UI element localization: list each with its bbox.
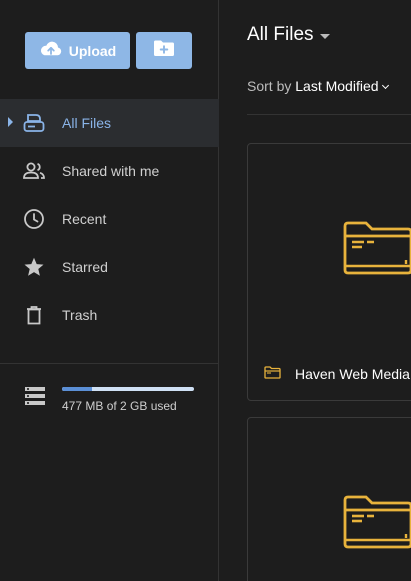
sidebar-item-label: Starred bbox=[62, 259, 108, 275]
sidebar: Upload All Files Shared with me Recent S… bbox=[0, 0, 219, 581]
sort-control[interactable]: Sort by Last Modified bbox=[247, 78, 389, 94]
chevron-down-icon bbox=[381, 81, 389, 90]
file-name: Haven Web Media bbox=[295, 366, 410, 382]
sidebar-nav: All Files Shared with me Recent Starred … bbox=[0, 99, 219, 339]
sidebar-item-label: Shared with me bbox=[62, 163, 160, 179]
storage-usage-fill bbox=[62, 387, 93, 391]
sort-value: Last Modified bbox=[295, 78, 379, 94]
page-title[interactable]: All Files bbox=[247, 24, 330, 46]
clock-icon bbox=[22, 207, 46, 231]
chevron-down-icon bbox=[319, 34, 330, 39]
sidebar-item-all-files[interactable]: All Files bbox=[0, 99, 219, 147]
page-title-text: All Files bbox=[247, 24, 314, 45]
sidebar-item-trash[interactable]: Trash bbox=[0, 291, 219, 339]
star-icon bbox=[22, 255, 46, 279]
small-folder-icon bbox=[264, 366, 281, 382]
people-icon bbox=[22, 159, 46, 183]
folder-icon bbox=[342, 220, 411, 281]
file-card[interactable]: Haven Web Media bbox=[247, 143, 411, 401]
drive-icon bbox=[22, 111, 46, 135]
sidebar-item-recent[interactable]: Recent bbox=[0, 195, 219, 243]
file-name-row: Haven Web Media bbox=[264, 366, 410, 382]
folder-icon bbox=[342, 494, 411, 555]
file-card[interactable] bbox=[247, 417, 411, 581]
storage-icon bbox=[24, 386, 46, 411]
cloud-upload-icon bbox=[39, 40, 63, 61]
upload-button[interactable]: Upload bbox=[25, 32, 130, 69]
trash-icon bbox=[22, 303, 46, 327]
new-folder-button[interactable] bbox=[136, 32, 192, 69]
sidebar-item-label: Trash bbox=[62, 307, 98, 323]
sort-prefix: Sort by bbox=[247, 78, 292, 94]
upload-label: Upload bbox=[68, 42, 117, 59]
sidebar-item-label: All Files bbox=[62, 115, 112, 131]
storage-usage-text: 477 MB of 2 GB used bbox=[62, 399, 177, 413]
file-manager-app: Upload All Files Shared with me Recent S… bbox=[0, 0, 411, 581]
expand-caret-icon[interactable] bbox=[8, 117, 13, 127]
sidebar-item-label: Recent bbox=[62, 211, 107, 227]
new-folder-icon bbox=[153, 39, 175, 62]
sidebar-item-shared-with-me[interactable]: Shared with me bbox=[0, 147, 219, 195]
main-content: All Files Sort by Last Modified Haven We… bbox=[220, 0, 411, 581]
storage-usage-bar bbox=[62, 387, 194, 391]
sidebar-divider bbox=[0, 363, 219, 364]
header-divider bbox=[247, 114, 411, 115]
sidebar-item-starred[interactable]: Starred bbox=[0, 243, 219, 291]
